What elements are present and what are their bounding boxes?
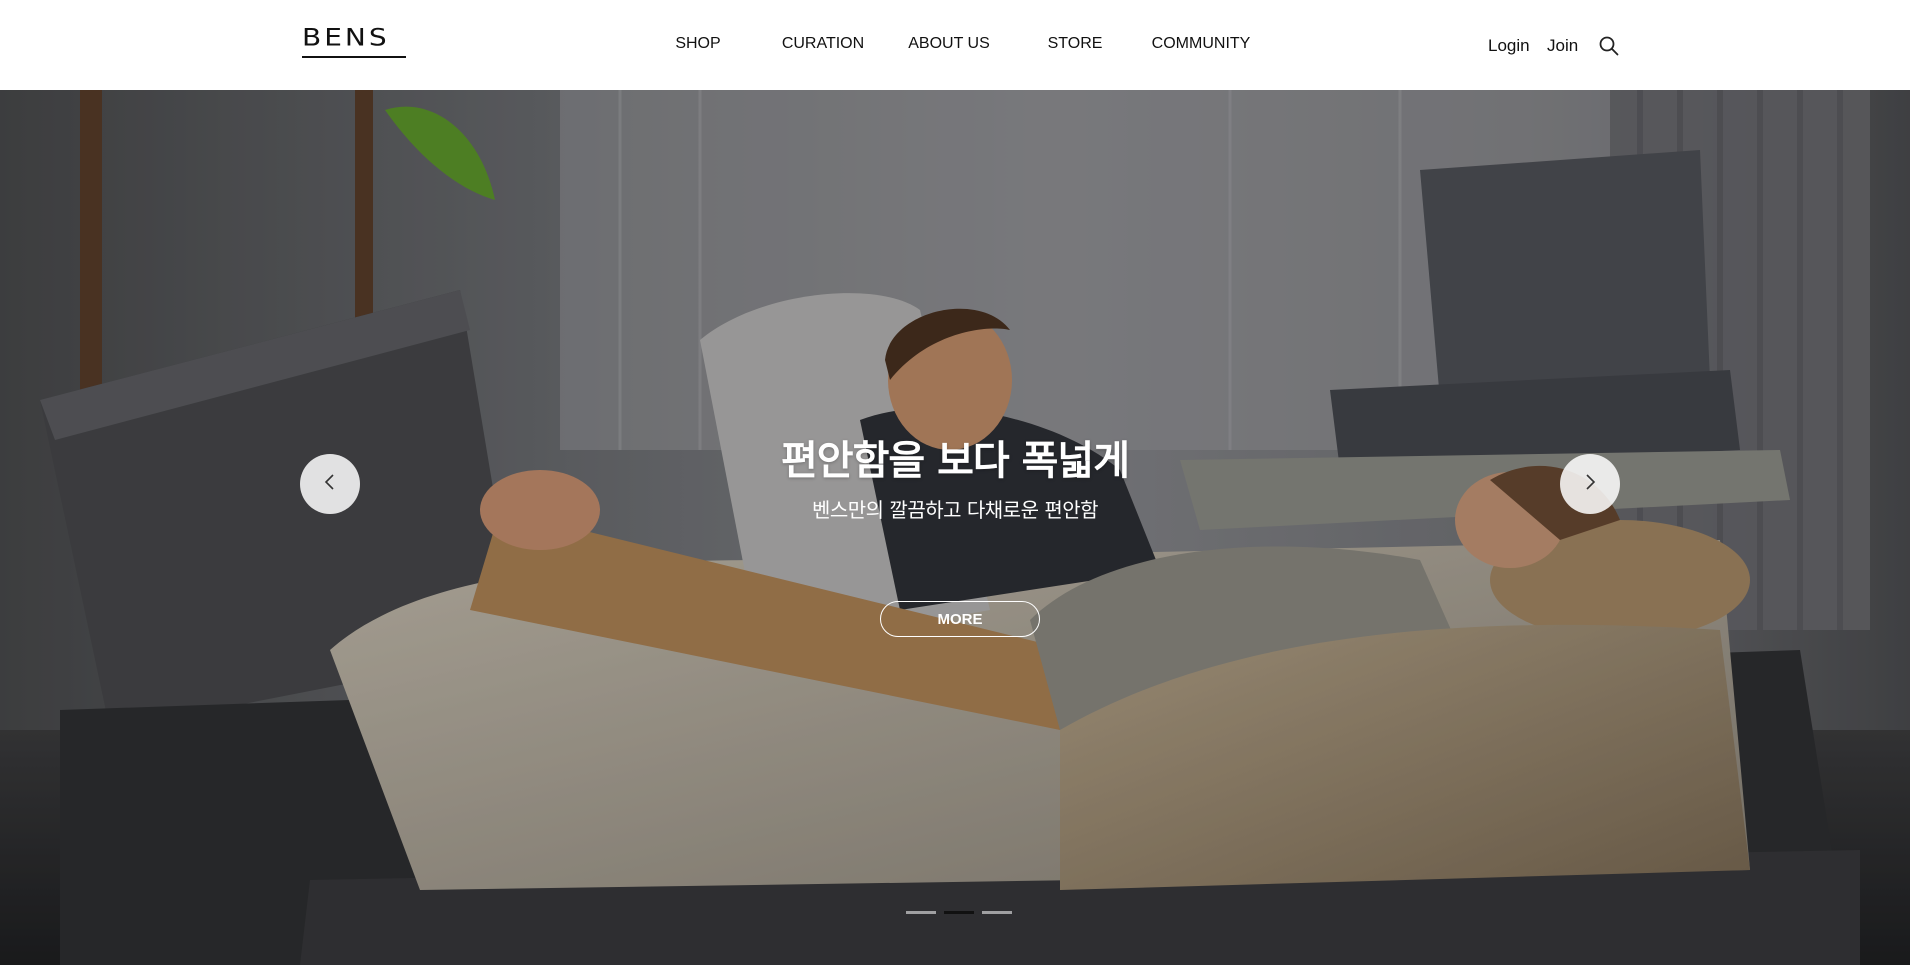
search-icon[interactable] [1598, 35, 1620, 57]
nav-item-store[interactable]: STORE [1048, 35, 1103, 53]
slide-pager [906, 911, 1012, 914]
join-link[interactable]: Join [1547, 36, 1578, 56]
chevron-left-icon [320, 472, 340, 496]
nav-item-about-us[interactable]: ABOUT US [908, 35, 990, 53]
hero-slider: 편안함을 보다 폭넓게 벤스만의 깔끔하고 다채로운 편안함 MORE [0, 90, 1910, 965]
prev-slide-button[interactable] [300, 454, 360, 514]
hero-subtitle: 벤스만의 깔끔하고 다채로운 편안함 [811, 498, 1099, 522]
pager-dot-2[interactable] [944, 911, 974, 914]
main-nav: SHOP CURATION ABOUT US STORE COMMUNITY [0, 0, 1910, 90]
pager-dot-3[interactable] [982, 911, 1012, 914]
pager-dot-1[interactable] [906, 911, 936, 914]
hero-image [0, 90, 1910, 965]
nav-item-curation[interactable]: CURATION [782, 35, 864, 53]
more-button[interactable]: MORE [880, 601, 1040, 637]
chevron-right-icon [1580, 472, 1600, 496]
site-header: BENS SHOP CURATION ABOUT US STORE COMMUN… [0, 0, 1910, 90]
next-slide-button[interactable] [1560, 454, 1620, 514]
login-link[interactable]: Login [1488, 36, 1530, 56]
hero-title: 편안함을 보다 폭넓게 [780, 438, 1130, 484]
nav-item-community[interactable]: COMMUNITY [1152, 35, 1251, 53]
nav-item-shop[interactable]: SHOP [675, 35, 720, 53]
